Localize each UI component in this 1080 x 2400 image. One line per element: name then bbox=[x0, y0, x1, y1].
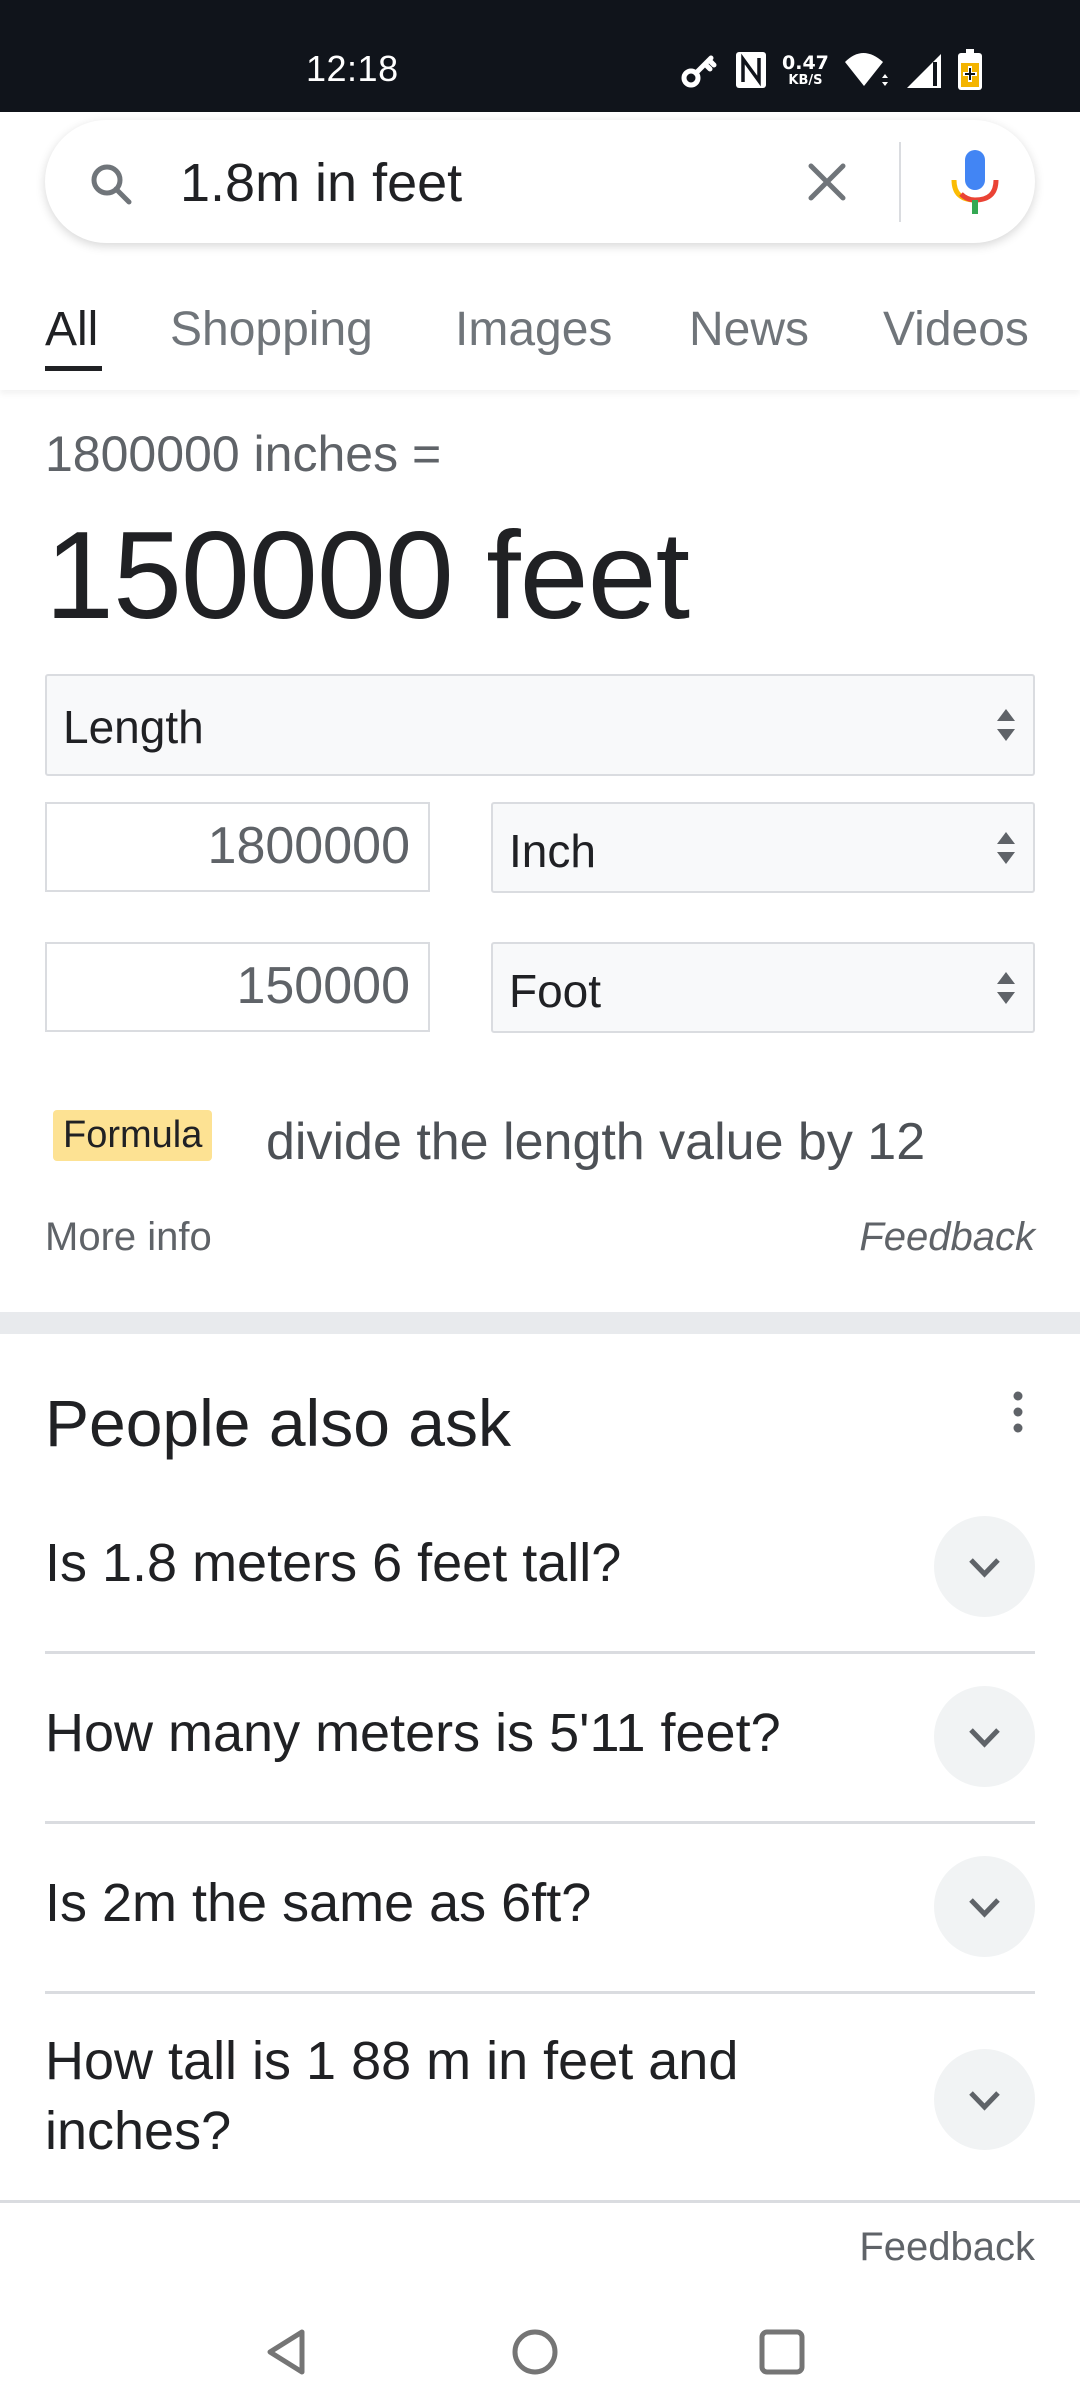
from-unit-select[interactable]: Inch bbox=[491, 802, 1035, 893]
select-arrows-icon bbox=[997, 709, 1015, 741]
chevron-down-icon bbox=[969, 2091, 1000, 2111]
formula-text: divide the length value by 12 bbox=[266, 1113, 926, 1171]
back-icon[interactable] bbox=[258, 2322, 318, 2382]
formula-badge: Formula bbox=[53, 1110, 213, 1161]
search-divider bbox=[899, 142, 901, 222]
expand-button[interactable] bbox=[934, 2049, 1035, 2150]
tab-videos[interactable]: Videos bbox=[883, 302, 1029, 357]
battery-charging-icon bbox=[957, 49, 982, 90]
search-header: 1.8m in feet All Shopping Images News Vi… bbox=[0, 112, 1080, 390]
microphone-icon[interactable] bbox=[949, 148, 1001, 218]
home-icon[interactable] bbox=[505, 2322, 565, 2382]
recents-icon[interactable] bbox=[752, 2322, 812, 2382]
search-bar[interactable]: 1.8m in feet bbox=[45, 120, 1035, 243]
active-tab-indicator bbox=[45, 366, 102, 371]
nfc-icon bbox=[736, 52, 766, 88]
paa-question-text: Is 1.8 meters 6 feet tall? bbox=[45, 1533, 622, 1593]
chevron-down-icon bbox=[969, 1558, 1000, 1578]
expand-button[interactable] bbox=[934, 1856, 1035, 1957]
tab-shopping[interactable]: Shopping bbox=[170, 302, 373, 357]
network-speed: 0.47 KB/S bbox=[782, 51, 829, 88]
quantity-select-value: Length bbox=[63, 701, 204, 753]
search-tabs: All Shopping Images News Videos bbox=[0, 282, 1080, 382]
expand-button[interactable] bbox=[934, 1686, 1035, 1787]
search-input[interactable]: 1.8m in feet bbox=[180, 152, 462, 214]
close-icon[interactable] bbox=[805, 160, 849, 204]
people-also-ask-title: People also ask bbox=[45, 1386, 511, 1460]
select-arrows-icon bbox=[997, 971, 1015, 1004]
select-arrows-icon bbox=[997, 831, 1015, 864]
wifi-icon bbox=[844, 53, 888, 86]
quantity-select[interactable]: Length bbox=[45, 674, 1035, 776]
conversion-result: 150000 feet bbox=[45, 507, 690, 645]
paa-question[interactable]: How tall is 1 88 m in feet and inches? bbox=[45, 1992, 1035, 2200]
more-options-icon[interactable] bbox=[1006, 1390, 1030, 1434]
expand-button[interactable] bbox=[934, 1516, 1035, 1617]
to-unit-select[interactable]: Foot bbox=[491, 942, 1035, 1033]
to-value-input[interactable]: 150000 bbox=[45, 942, 430, 1032]
conversion-subtitle: 1800000 inches = bbox=[45, 426, 442, 482]
search-icon[interactable] bbox=[87, 160, 135, 208]
chevron-down-icon bbox=[969, 1898, 1000, 1918]
status-bar: 12:18 0.47 KB/S bbox=[0, 0, 1080, 112]
more-info-link[interactable]: More info bbox=[45, 1215, 212, 1260]
tab-all[interactable]: All bbox=[45, 302, 98, 357]
section-separator bbox=[0, 1312, 1080, 1334]
from-unit-value: Inch bbox=[509, 825, 596, 877]
paa-question-text: Is 2m the same as 6ft? bbox=[45, 1873, 592, 1933]
navigation-bar bbox=[0, 2290, 1080, 2400]
feedback-link[interactable]: Feedback bbox=[859, 2225, 1035, 2270]
paa-question-text: How tall is 1 88 m in feet and inches? bbox=[45, 2031, 739, 2161]
cellular-signal-icon bbox=[906, 54, 941, 88]
status-time: 12:18 bbox=[306, 48, 399, 89]
to-unit-value: Foot bbox=[509, 965, 602, 1017]
chevron-down-icon bbox=[969, 1728, 1000, 1748]
tab-images[interactable]: Images bbox=[455, 302, 612, 357]
from-value-input[interactable]: 1800000 bbox=[45, 802, 430, 892]
paa-question[interactable]: Is 2m the same as 6ft? bbox=[45, 1822, 1035, 1992]
vpn-key-icon bbox=[681, 55, 717, 88]
divider bbox=[0, 2200, 1080, 2203]
paa-question[interactable]: Is 1.8 meters 6 feet tall? bbox=[45, 1482, 1035, 1652]
status-icons: 0.47 KB/S bbox=[680, 48, 983, 92]
paa-question[interactable]: How many meters is 5'11 feet? bbox=[45, 1652, 1035, 1822]
paa-question-text: How many meters is 5'11 feet? bbox=[45, 1703, 781, 1763]
converter-feedback-link[interactable]: Feedback bbox=[859, 1215, 1035, 1260]
tab-news[interactable]: News bbox=[689, 302, 809, 357]
